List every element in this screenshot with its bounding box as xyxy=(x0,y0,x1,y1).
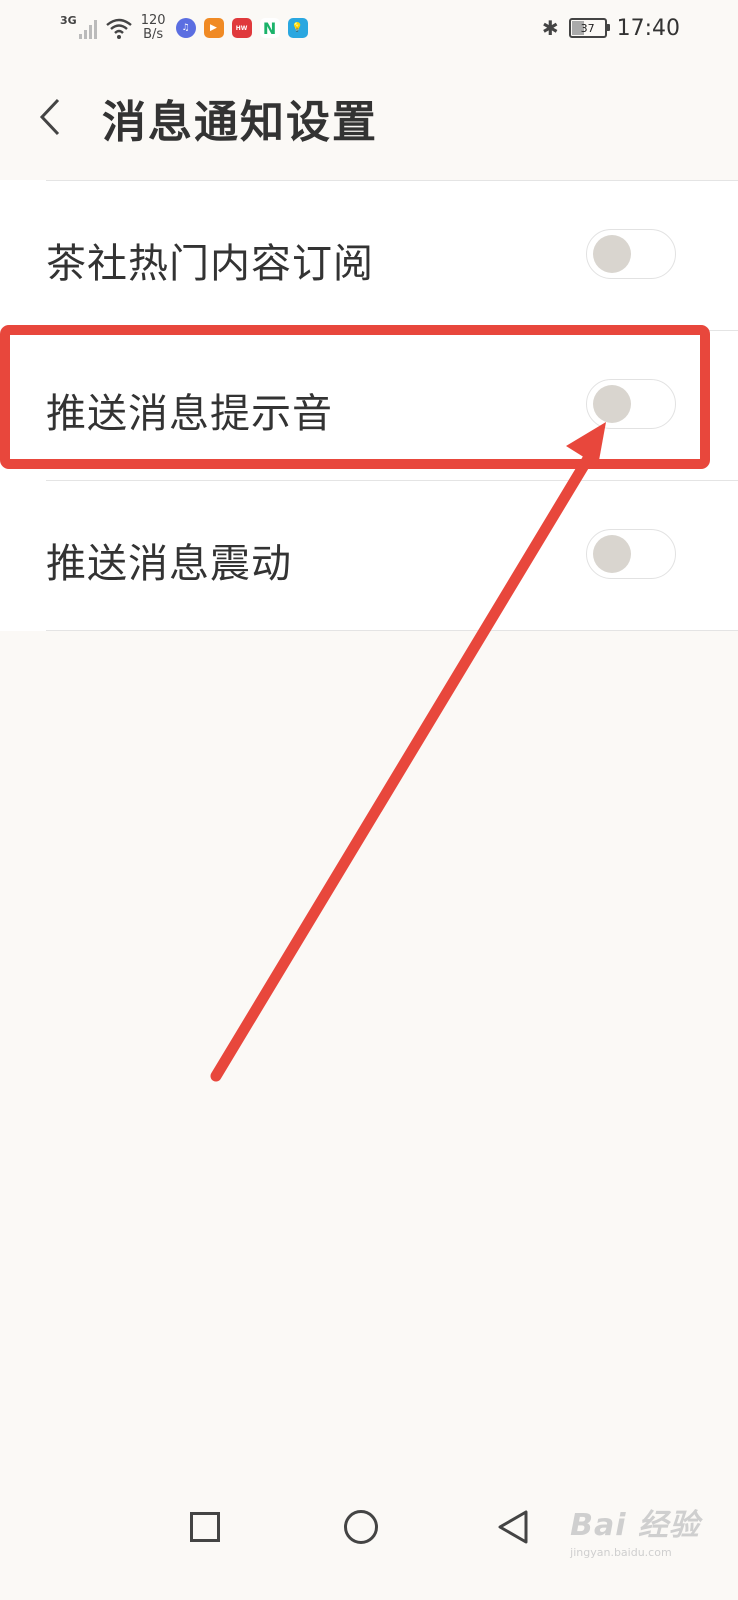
music-app-icon: ♫ xyxy=(175,18,196,38)
status-left: 3G 120 B/s ♫ ▶ HW N 💡 xyxy=(60,10,316,46)
setting-label: 推送消息震动 xyxy=(46,541,292,587)
toggle-knob xyxy=(593,235,631,273)
tips-app-icon: 💡 xyxy=(287,18,308,38)
n-app-icon: N xyxy=(259,18,280,38)
setting-row-hot-content: 茶社热门内容订阅 xyxy=(0,181,738,330)
huawei-app-icon: HW xyxy=(231,18,252,38)
watermark-sub: jingyan.baidu.com xyxy=(570,1546,672,1559)
network-speed: 120 B/s xyxy=(141,14,166,42)
hot-content-toggle[interactable] xyxy=(586,229,676,279)
video-app-icon: ▶ xyxy=(203,18,224,38)
toggle-knob xyxy=(593,535,631,573)
recent-apps-icon[interactable] xyxy=(190,1512,220,1542)
wifi-icon xyxy=(105,18,132,39)
push-vibrate-toggle[interactable] xyxy=(586,529,676,579)
signal-bars-icon xyxy=(78,17,97,39)
setting-row-push-vibrate: 推送消息震动 xyxy=(0,481,738,630)
setting-label: 推送消息提示音 xyxy=(46,391,333,437)
bluetooth-icon: ✱ xyxy=(541,16,559,40)
network-type-label: 3G xyxy=(60,13,77,27)
battery-icon: 37 xyxy=(568,18,610,38)
status-bar: 3G 120 B/s ♫ ▶ HW N 💡 ✱ 37 17:40 xyxy=(0,0,738,56)
baidu-watermark: Bai 经验 jingyan.baidu.com xyxy=(570,1500,700,1559)
toggle-knob xyxy=(593,385,631,423)
clock: 17:40 xyxy=(616,15,680,41)
header: 消息通知设置 xyxy=(0,56,738,180)
setting-row-push-sound: 推送消息提示音 xyxy=(0,331,738,480)
chevron-left-icon[interactable] xyxy=(30,92,70,142)
back-triangle-icon[interactable] xyxy=(496,1508,532,1546)
network-speed-value: 120 xyxy=(140,13,166,28)
setting-label: 茶社热门内容订阅 xyxy=(46,241,374,287)
push-sound-toggle[interactable] xyxy=(586,379,676,429)
home-icon[interactable] xyxy=(344,1510,378,1544)
status-right: ✱ 37 17:40 xyxy=(542,10,680,46)
settings-list: 茶社热门内容订阅 推送消息提示音 推送消息震动 xyxy=(0,180,738,631)
watermark-main: Bai 经验 xyxy=(570,1508,700,1543)
battery-level: 37 xyxy=(580,21,595,35)
divider xyxy=(46,630,738,631)
page-title: 消息通知设置 xyxy=(102,97,378,148)
network-speed-unit: B/s xyxy=(143,27,164,42)
